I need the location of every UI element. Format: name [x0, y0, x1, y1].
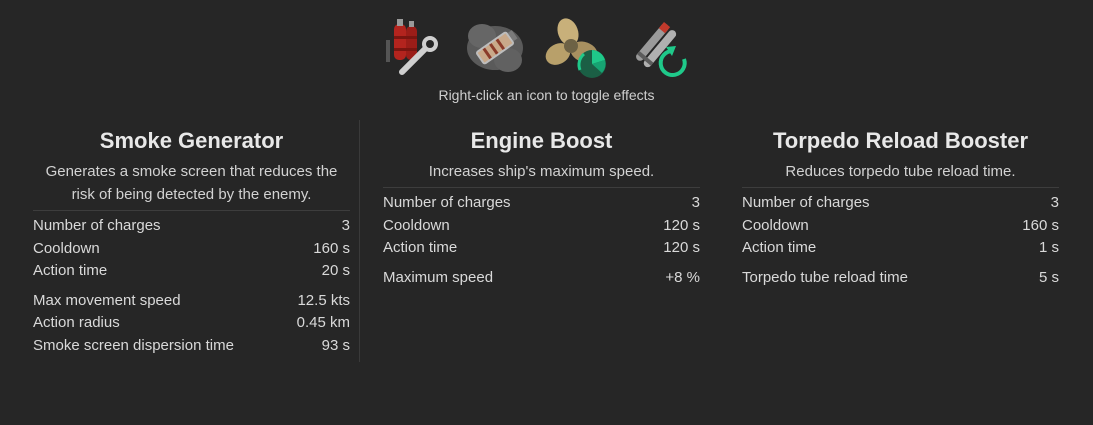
- separator: [383, 187, 700, 188]
- stat-value: +8 %: [665, 268, 700, 286]
- stat-value: 20 s: [321, 262, 350, 279]
- description-line: Reduces torpedo tube reload time.: [785, 163, 1016, 180]
- stat-label: Action time: [33, 262, 108, 279]
- stat-row: Action time 20 s: [33, 260, 350, 283]
- stat-value: 3: [1050, 194, 1059, 211]
- stat-value: 0.45 km: [296, 314, 350, 331]
- stat-row: Number of charges 3: [742, 192, 1059, 215]
- stat-value: 3: [691, 194, 700, 211]
- stat-value: 93 s: [321, 336, 350, 354]
- panel-title: Torpedo Reload Booster: [772, 128, 1029, 153]
- panel-title: Smoke Generator: [99, 128, 284, 153]
- stat-value: 12.5 kts: [297, 291, 350, 309]
- separator: [742, 187, 1059, 188]
- stat-label: Number of charges: [383, 194, 511, 211]
- stat-row: Torpedo tube reload time 5 s: [742, 267, 1059, 290]
- stat-value: 1 s: [1038, 239, 1059, 256]
- stat-row: Cooldown 160 s: [33, 238, 350, 261]
- panel-title: Engine Boost: [470, 128, 613, 153]
- consumables-tooltip: Right-click an icon to toggle effects Sm…: [0, 0, 1093, 425]
- toggle-effects-hint: Right-click an icon to toggle effects: [438, 87, 655, 103]
- panel-description: Reduces torpedo tube reload time.: [742, 160, 1059, 183]
- smoke-generator-panel: Smoke Generator Generates a smoke screen…: [33, 126, 350, 357]
- stat-row: Action radius 0.45 km: [33, 312, 350, 335]
- stat-label: Action radius: [33, 314, 120, 331]
- stat-row: Number of charges 3: [33, 215, 350, 238]
- description-line: risk of being detected by the enemy.: [71, 186, 312, 203]
- stat-label: Action time: [383, 239, 458, 256]
- stat-label: Max movement speed: [33, 291, 181, 309]
- panel-description: Increases ship's maximum speed.: [383, 160, 700, 183]
- panel-divider: [359, 120, 360, 362]
- stat-row: Cooldown 160 s: [742, 215, 1059, 238]
- stat-label: Number of charges: [33, 217, 161, 234]
- stat-row: Max movement speed 12.5 kts: [33, 290, 350, 313]
- stat-row: Cooldown 120 s: [383, 215, 700, 238]
- stat-label: Torpedo tube reload time: [742, 268, 908, 286]
- torpedo-reload-booster-panel: Torpedo Reload Booster Reduces torpedo t…: [742, 126, 1059, 289]
- panel-description: Generates a smoke screen that reduces th…: [33, 160, 350, 206]
- stat-label: Cooldown: [383, 216, 450, 234]
- stat-value: 3: [341, 217, 350, 234]
- damage-control-icon[interactable]: [380, 14, 446, 80]
- consumable-icon-strip: [380, 14, 700, 84]
- description-line: Increases ship's maximum speed.: [428, 163, 655, 180]
- stat-label: Cooldown: [742, 216, 809, 234]
- torpedo-reload-booster-icon[interactable]: [626, 14, 692, 80]
- stat-row: Number of charges 3: [383, 192, 700, 215]
- description-line: Generates a smoke screen that reduces th…: [45, 163, 338, 180]
- stat-value: 120 s: [663, 239, 700, 256]
- separator: [33, 210, 350, 211]
- stat-label: Number of charges: [742, 194, 870, 211]
- stat-value: 120 s: [663, 216, 700, 234]
- stat-label: Action time: [742, 239, 817, 256]
- engine-boost-icon[interactable]: [544, 14, 610, 80]
- stat-value: 5 s: [1038, 268, 1059, 286]
- stat-label: Smoke screen dispersion time: [33, 336, 234, 354]
- stat-value: 160 s: [313, 239, 350, 257]
- stat-value: 160 s: [1022, 216, 1059, 234]
- stat-label: Cooldown: [33, 239, 100, 257]
- stat-row: Action time 120 s: [383, 237, 700, 260]
- stat-label: Maximum speed: [383, 268, 494, 286]
- stat-row: Action time 1 s: [742, 237, 1059, 260]
- smoke-generator-icon[interactable]: [462, 14, 528, 80]
- stat-row: Maximum speed +8 %: [383, 267, 700, 290]
- engine-boost-panel: Engine Boost Increases ship's maximum sp…: [383, 126, 700, 289]
- stat-row: Smoke screen dispersion time 93 s: [33, 335, 350, 358]
